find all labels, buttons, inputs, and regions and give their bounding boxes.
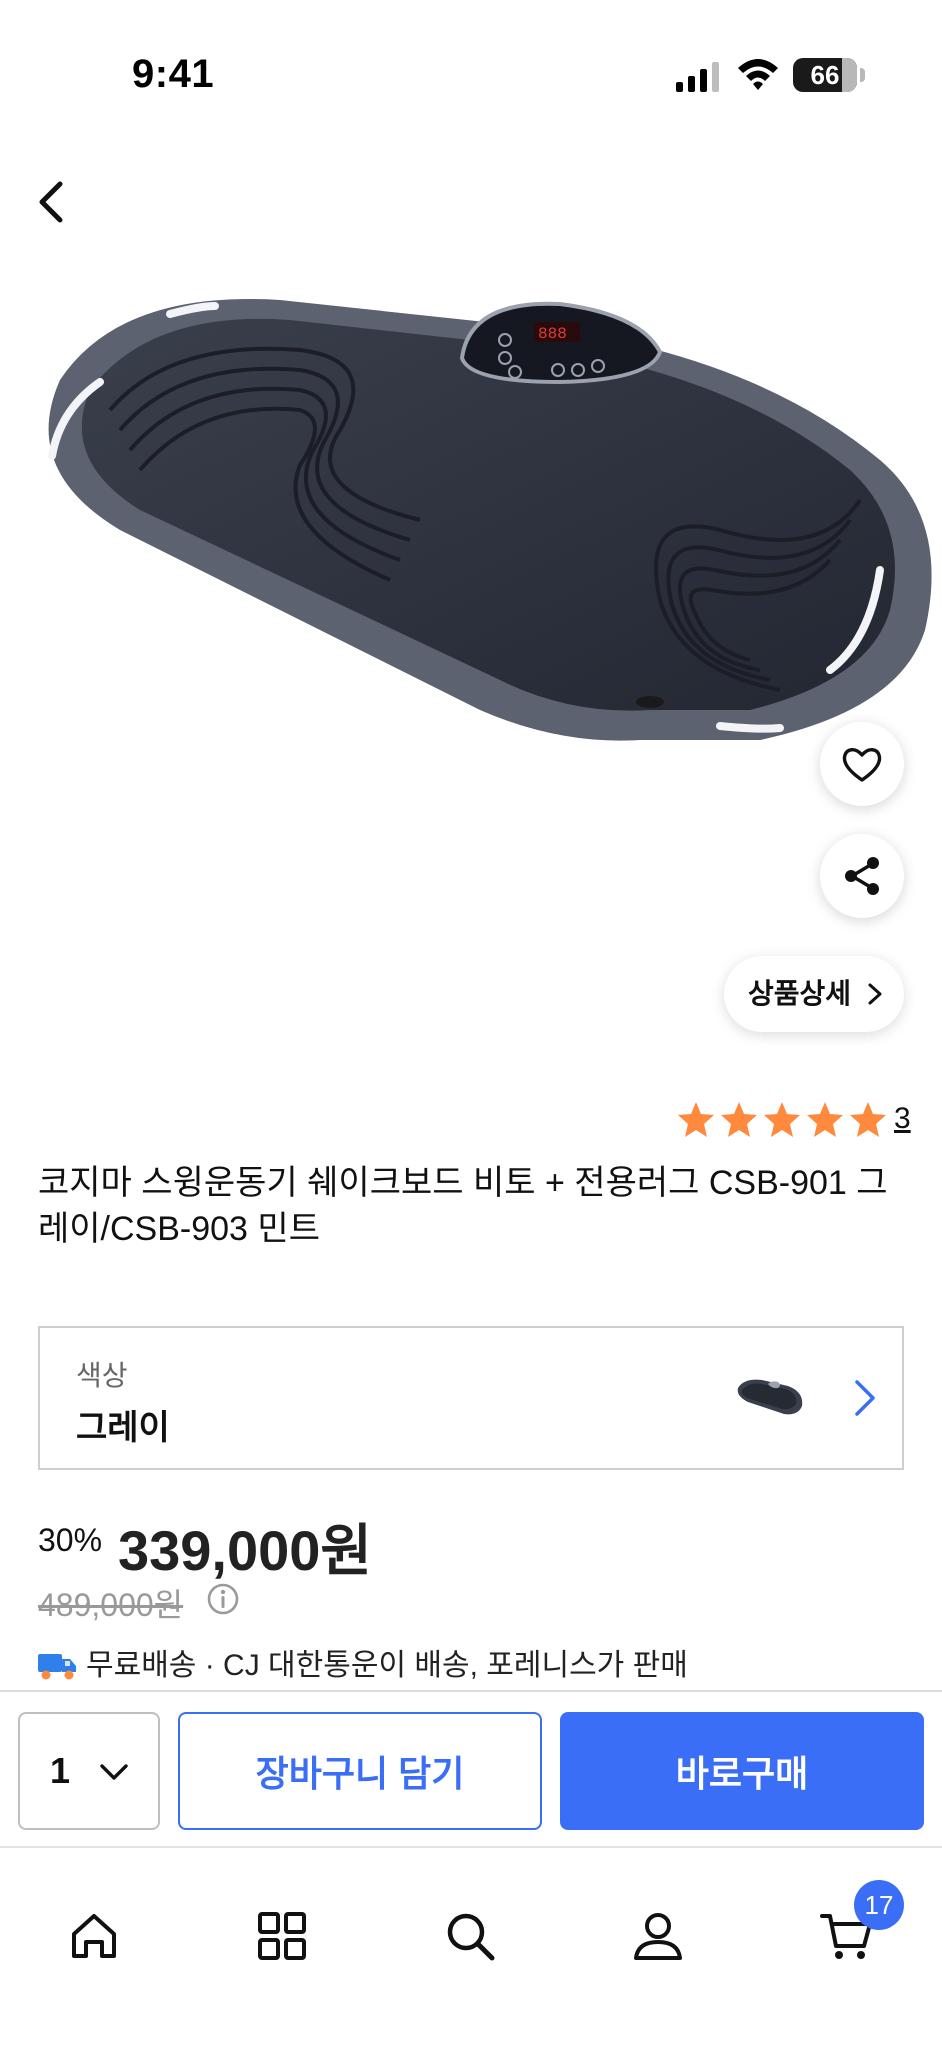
rating[interactable]: 3 (676, 1100, 916, 1148)
star-icon (678, 1102, 714, 1137)
status-time: 9:41 (132, 52, 215, 96)
chevron-right-icon (855, 1380, 875, 1416)
tab-search[interactable] (420, 1886, 520, 1986)
back-button[interactable] (30, 168, 82, 234)
add-to-cart-button[interactable]: 장바구니 담기 (178, 1712, 542, 1830)
color-option-select[interactable]: 색상 그레이 (38, 1326, 904, 1470)
share-icon (845, 857, 879, 895)
purchase-bar: 1 장바구니 담기 바로구매 (0, 1690, 942, 1846)
star-icon (807, 1102, 843, 1137)
product-detail-label: 상품상세 (748, 978, 852, 1009)
cellular-signal-icon (676, 62, 719, 92)
option-thumbnail (737, 1379, 803, 1415)
back-arrow-icon (39, 181, 63, 223)
tab-cart[interactable]: 17 (796, 1880, 904, 1986)
review-count[interactable]: 3 (894, 1102, 911, 1136)
tab-home[interactable] (44, 1886, 144, 1986)
star-icon (850, 1102, 886, 1137)
tab-my-page[interactable] (608, 1886, 708, 1986)
buy-now-button[interactable]: 바로구매 (560, 1712, 924, 1830)
shipping-text: 무료배송 · CJ 대한통운이 배송, 포레니스가 판매 (86, 1649, 688, 1682)
wishlist-button[interactable] (820, 722, 904, 806)
svg-text:888: 888 (538, 325, 567, 343)
status-bar: 9:41 66 (0, 0, 942, 150)
quantity-value: 1 (50, 1750, 71, 1791)
original-price: 489,000원 (38, 1587, 184, 1623)
product-detail-button[interactable]: 상품상세 (724, 956, 904, 1032)
share-button[interactable] (820, 834, 904, 918)
heart-icon (842, 748, 882, 782)
product-title: 코지마 스윙운동기 쉐이크보드 비토 + 전용러그 CSB-901 그레이/CS… (38, 1164, 888, 1248)
tab-bar: 17 (0, 1846, 942, 2048)
star-icon (764, 1102, 800, 1137)
chevron-down-icon (100, 1764, 128, 1780)
quantity-select[interactable]: 1 (18, 1712, 160, 1830)
product-image: 888 (48, 299, 932, 741)
wifi-icon (738, 59, 778, 90)
battery-indicator: 66 (793, 58, 857, 92)
sale-price: 339,000원 (118, 1519, 372, 1582)
cart-count-badge: 17 (854, 1880, 904, 1930)
option-value: 그레이 (76, 1409, 170, 1447)
chevron-right-icon (868, 983, 882, 1005)
discount-rate: 30% (38, 1522, 103, 1558)
info-icon[interactable] (206, 1582, 240, 1616)
search-icon (447, 1913, 495, 1961)
tab-categories[interactable] (232, 1886, 332, 1986)
person-icon (634, 1913, 682, 1960)
home-icon (72, 1914, 116, 1958)
battery-level: 66 (810, 60, 840, 90)
star-icon (721, 1102, 757, 1137)
grid-icon (258, 1912, 306, 1960)
option-label: 색상 (76, 1360, 128, 1391)
truck-icon (38, 1654, 76, 1680)
